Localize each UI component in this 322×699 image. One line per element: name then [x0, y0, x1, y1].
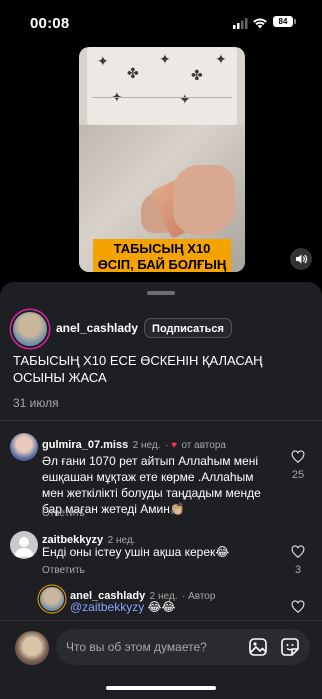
post-caption: ТАБЫСЫҢ Х10 ЕСЕ ӨСКЕНІН ҚАЛАСАҢ ОСЫНЫ ЖА… [13, 353, 263, 385]
speaker-icon [296, 254, 308, 264]
like-heart-icon[interactable] [291, 450, 305, 464]
author-badge: Автор [188, 591, 216, 602]
divider [0, 420, 322, 421]
like-heart-icon[interactable] [291, 545, 305, 559]
post-video[interactable]: ✦ ✤ ✦ ✤ ✦ ✦ ✦ ТАБЫСЫҢ Х10 ӨСІП, БАЙ БОЛҒ… [79, 47, 245, 272]
follow-button[interactable]: Подписаться [144, 318, 232, 338]
clock: 00:08 [30, 15, 70, 32]
home-indicator[interactable] [106, 686, 216, 690]
author-avatar[interactable] [13, 312, 47, 346]
hand-image [173, 165, 235, 235]
status-bar: 00:08 84 [0, 0, 322, 46]
author-liked-label: от автора [181, 440, 226, 451]
reply-text: @zaitbekkyzy 😂😂 [70, 599, 176, 615]
battery-tip [294, 19, 296, 24]
cellular-signal-icon [233, 18, 248, 29]
video-caption: ТАБЫСЫҢ Х10 ӨСІП, БАЙ БОЛҒЫҢ КЕЛСЕ, [93, 239, 231, 272]
reply-avatar[interactable] [40, 587, 64, 611]
commenter-avatar[interactable] [10, 531, 38, 559]
battery-indicator: 84 [273, 16, 293, 27]
comment-username[interactable]: gulmira_07.miss [42, 439, 128, 451]
gallery-icon[interactable] [248, 637, 268, 657]
reply-button[interactable]: Ответить [42, 508, 85, 519]
sound-toggle-button[interactable] [290, 248, 312, 270]
mention-link[interactable]: @zaitbekkyzy [70, 600, 144, 614]
comment-input-placeholder: Что вы об этом думаете? [66, 640, 207, 654]
wallet-image: ✦ ✤ ✦ ✤ ✦ ✦ ✦ [87, 47, 237, 125]
comment-age: 2 нед. [132, 440, 161, 451]
sheet-drag-handle[interactable] [147, 291, 175, 295]
sticker-icon[interactable] [280, 637, 300, 657]
current-user-avatar [15, 631, 49, 665]
author-heart-icon: ♥ [171, 440, 177, 451]
comment-text: Енді оны істеу ушін ақша керек😂 [42, 545, 230, 559]
reply-body: 😂😂 [144, 600, 176, 614]
like-count: 3 [294, 564, 302, 576]
like-count: 25 [291, 469, 305, 481]
post-date: 31 июля [13, 396, 59, 410]
commenter-avatar[interactable] [10, 433, 38, 461]
like-heart-icon[interactable] [291, 600, 305, 614]
author-username[interactable]: anel_cashlady [56, 321, 138, 335]
wifi-icon [253, 18, 267, 29]
default-avatar-icon [14, 537, 34, 557]
comment-header: gulmira_07.miss 2 нед. · ♥ от автора [42, 439, 226, 451]
reply-button[interactable]: Ответить [42, 565, 85, 576]
